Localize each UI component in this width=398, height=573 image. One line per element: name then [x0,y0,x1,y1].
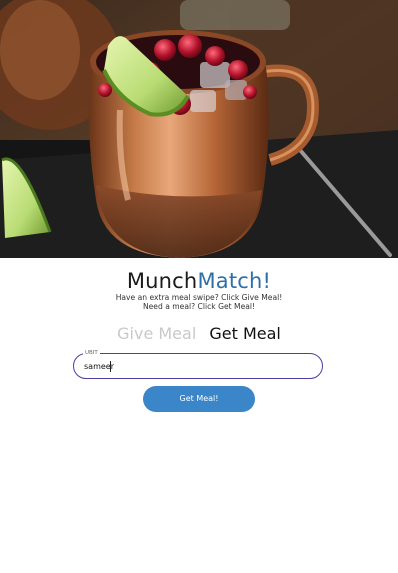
ubit-field[interactable]: UBIT [73,349,323,379]
text-caret [110,361,111,372]
copper-mug-drink-illustration [0,0,398,258]
tab-give-meal[interactable]: Give Meal [117,323,196,345]
hero-image [0,0,398,258]
meal-mode-tabs: Give Meal Get Meal [0,323,398,345]
ubit-input[interactable] [84,359,304,373]
get-meal-button[interactable]: Get Meal! [143,386,255,412]
tab-get-meal[interactable]: Get Meal [209,323,281,345]
app-title-part1: Munch [126,269,198,293]
app-title: MunchMatch! [0,268,398,294]
app-title-part2: Match! [197,269,272,293]
tagline-line2: Need a meal? Click Get Meal! [142,302,256,311]
ubit-field-label: UBIT [83,349,100,357]
